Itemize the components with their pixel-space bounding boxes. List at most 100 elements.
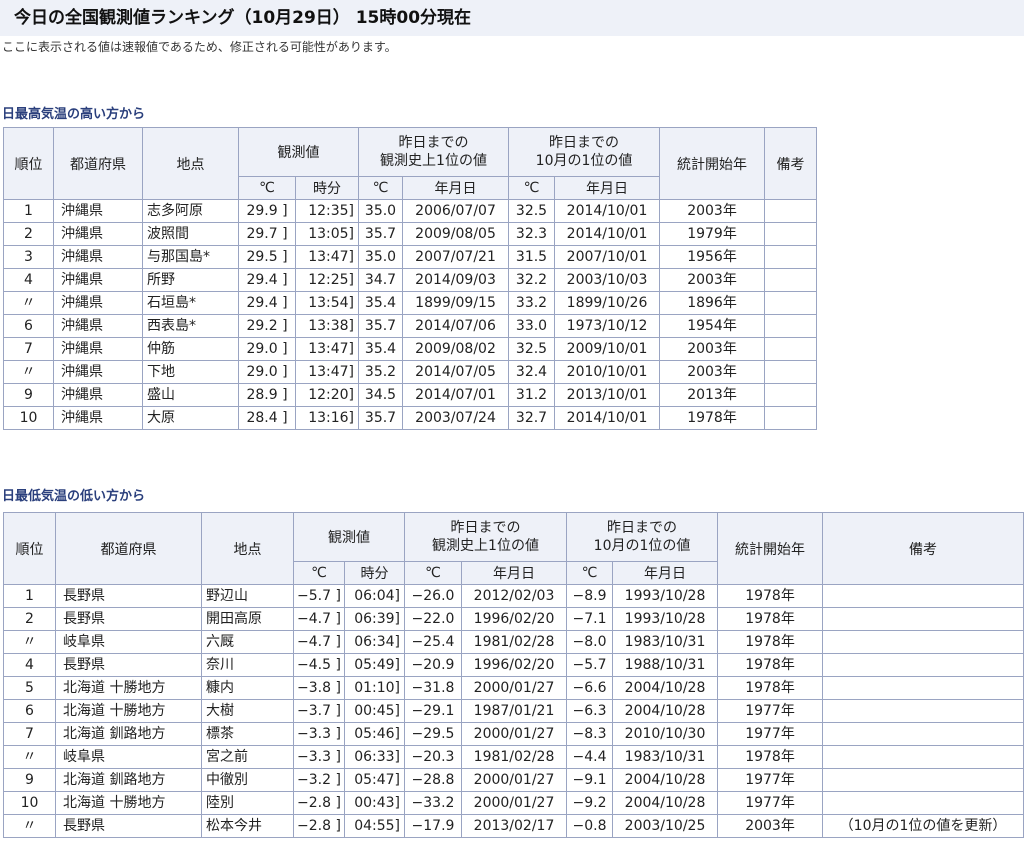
record-date-cell: 2014/07/05 — [401, 360, 510, 384]
remark-cell — [822, 607, 1024, 631]
col-location: 地点 — [201, 512, 294, 585]
rank-cell: 6 — [3, 699, 56, 723]
october-value-cell: 32.5 — [508, 199, 556, 223]
rank-cell: 1 — [3, 584, 56, 608]
col-all-time-record: 昨日までの 観測史上1位の値 — [357, 127, 510, 177]
observed-value-cell: −4.5 ] — [293, 653, 345, 677]
col-rank: 順位 — [3, 512, 56, 585]
october-date-cell: 2004/10/28 — [612, 768, 719, 792]
remark-cell — [822, 699, 1024, 723]
stats-start-cell: 1979年 — [659, 222, 766, 246]
record-value-cell: 35.7 — [358, 314, 403, 338]
record-value-cell: 35.7 — [358, 406, 403, 430]
location-cell: 与那国島* — [142, 245, 239, 269]
october-date-cell: 2004/10/28 — [612, 676, 719, 700]
remark-cell — [822, 768, 1024, 792]
rank-cell: 〃 — [3, 814, 56, 838]
col-observed: 観測値 — [293, 512, 405, 562]
rank-cell: 〃 — [3, 291, 54, 315]
table-row: 〃沖縄県 石垣島* 29.4 ] 13:54] 35.4 1899/09/15 33.2 18… — [3, 291, 818, 315]
prefecture-cell: 北海道 釧路地方 — [55, 722, 202, 746]
record-value-cell: −28.8 — [404, 768, 462, 792]
rank-cell: 〃 — [3, 630, 56, 654]
october-value-cell: 32.7 — [508, 406, 556, 430]
table-row: 2 沖縄県 波照間 29.7 ] 13:05] 35.7 2009/08/05 32.3 201… — [3, 222, 818, 246]
observed-time-cell: 12:20] — [295, 383, 359, 407]
prefecture-cell: 長野県 — [55, 653, 202, 677]
col-prefecture: 都道府県 — [55, 512, 202, 585]
table-row: 7 沖縄県 仲筋 29.0 ] 13:47] 35.4 2009/08/02 32.5 2009… — [3, 337, 818, 361]
observed-time-cell: 13:47] — [295, 245, 359, 269]
prefecture-cell: 沖縄県 — [53, 199, 143, 223]
record-value-cell: 34.5 — [358, 383, 403, 407]
remark-cell — [764, 268, 818, 292]
disclaimer-note: ここに表示される値は速報値であるため、修正される可能性があります。 — [2, 40, 397, 54]
stats-start-cell: 2003年 — [717, 814, 824, 838]
observed-time-cell: 05:49] — [344, 653, 405, 677]
observed-time-cell: 13:05] — [295, 222, 359, 246]
observed-value-cell: −4.7 ] — [293, 607, 345, 631]
observed-time-cell: 06:39] — [344, 607, 405, 631]
rank-cell: 4 — [3, 653, 56, 677]
rank-cell: 〃 — [3, 745, 56, 769]
rank-cell: 7 — [3, 722, 56, 746]
october-date-cell: 1993/10/28 — [612, 584, 719, 608]
remark-cell — [822, 791, 1024, 815]
prefecture-cell: 北海道 十勝地方 — [55, 676, 202, 700]
stats-start-cell: 2013年 — [659, 383, 766, 407]
observed-time-cell: 06:04] — [344, 584, 405, 608]
record-date-cell: 2014/09/03 — [401, 268, 510, 292]
rank-cell: 1 — [3, 199, 54, 223]
location-cell: 盛山 — [142, 383, 239, 407]
october-value-cell: −5.7 — [566, 653, 614, 677]
stats-start-cell: 1956年 — [659, 245, 766, 269]
observed-value-cell: 29.0 ] — [238, 337, 296, 361]
october-value-cell: −9.1 — [566, 768, 614, 792]
observed-time-cell: 12:35] — [295, 199, 359, 223]
october-value-cell: 31.2 — [508, 383, 556, 407]
record-date-cell: 1996/02/20 — [460, 607, 568, 631]
table-row: 4 沖縄県 所野 29.4 ] 12:25] 34.7 2014/09/03 32.2 2003… — [3, 268, 818, 292]
observed-time-cell: 13:16] — [295, 406, 359, 430]
prefecture-cell: 沖縄県 — [53, 268, 143, 292]
rank-cell: 5 — [3, 676, 56, 700]
high-temp-table: 順位 都道府県 地点 観測値 昨日までの 観測史上1位の値 昨日までの 10月の… — [3, 127, 818, 430]
remark-cell — [764, 337, 818, 361]
prefecture-cell: 沖縄県 — [53, 383, 143, 407]
col-stats-start: 統計開始年 — [717, 512, 824, 585]
col-observed-time: 時分 — [295, 176, 359, 200]
october-value-cell: −7.1 — [566, 607, 614, 631]
table-row: 〃岐阜県 六厩 −4.7 ] 06:34] −25.4 1981/02/28 −8.0 198… — [3, 630, 1024, 654]
col-observed-time: 時分 — [344, 561, 405, 585]
location-cell: 六厩 — [201, 630, 294, 654]
table-row: 〃長野県 松本今井 −2.8 ] 04:55] −17.9 2013/02/17 −0.8 2… — [3, 814, 1024, 838]
location-cell: 下地 — [142, 360, 239, 384]
remark-cell — [822, 745, 1024, 769]
october-date-cell: 2003/10/25 — [612, 814, 719, 838]
october-date-cell: 2010/10/01 — [554, 360, 661, 384]
rank-cell: 7 — [3, 337, 54, 361]
location-cell: 大樹 — [201, 699, 294, 723]
october-date-cell: 2014/10/01 — [554, 222, 661, 246]
observed-value-cell: −3.3 ] — [293, 745, 345, 769]
remark-cell — [764, 291, 818, 315]
prefecture-cell: 北海道 十勝地方 — [55, 699, 202, 723]
record-value-cell: 35.2 — [358, 360, 403, 384]
record-value-cell: 34.7 — [358, 268, 403, 292]
col-observed-deg: ℃ — [293, 561, 345, 585]
record-value-cell: −17.9 — [404, 814, 462, 838]
table-row: 5 北海道 十勝地方 糠内 −3.8 ] 01:10] −31.8 2000/01/27 −6… — [3, 676, 1024, 700]
location-cell: 松本今井 — [201, 814, 294, 838]
location-cell: 糠内 — [201, 676, 294, 700]
stats-start-cell: 2003年 — [659, 337, 766, 361]
col-location: 地点 — [142, 127, 239, 200]
record-value-cell: −31.8 — [404, 676, 462, 700]
october-value-cell: 31.5 — [508, 245, 556, 269]
col-all-time-record: 昨日までの 観測史上1位の値 — [403, 512, 568, 562]
remark-cell — [764, 222, 818, 246]
stats-start-cell: 1978年 — [717, 676, 824, 700]
record-date-cell: 2000/01/27 — [460, 722, 568, 746]
stats-start-cell: 1978年 — [717, 745, 824, 769]
october-value-cell: 32.2 — [508, 268, 556, 292]
record-value-cell: 35.7 — [358, 222, 403, 246]
